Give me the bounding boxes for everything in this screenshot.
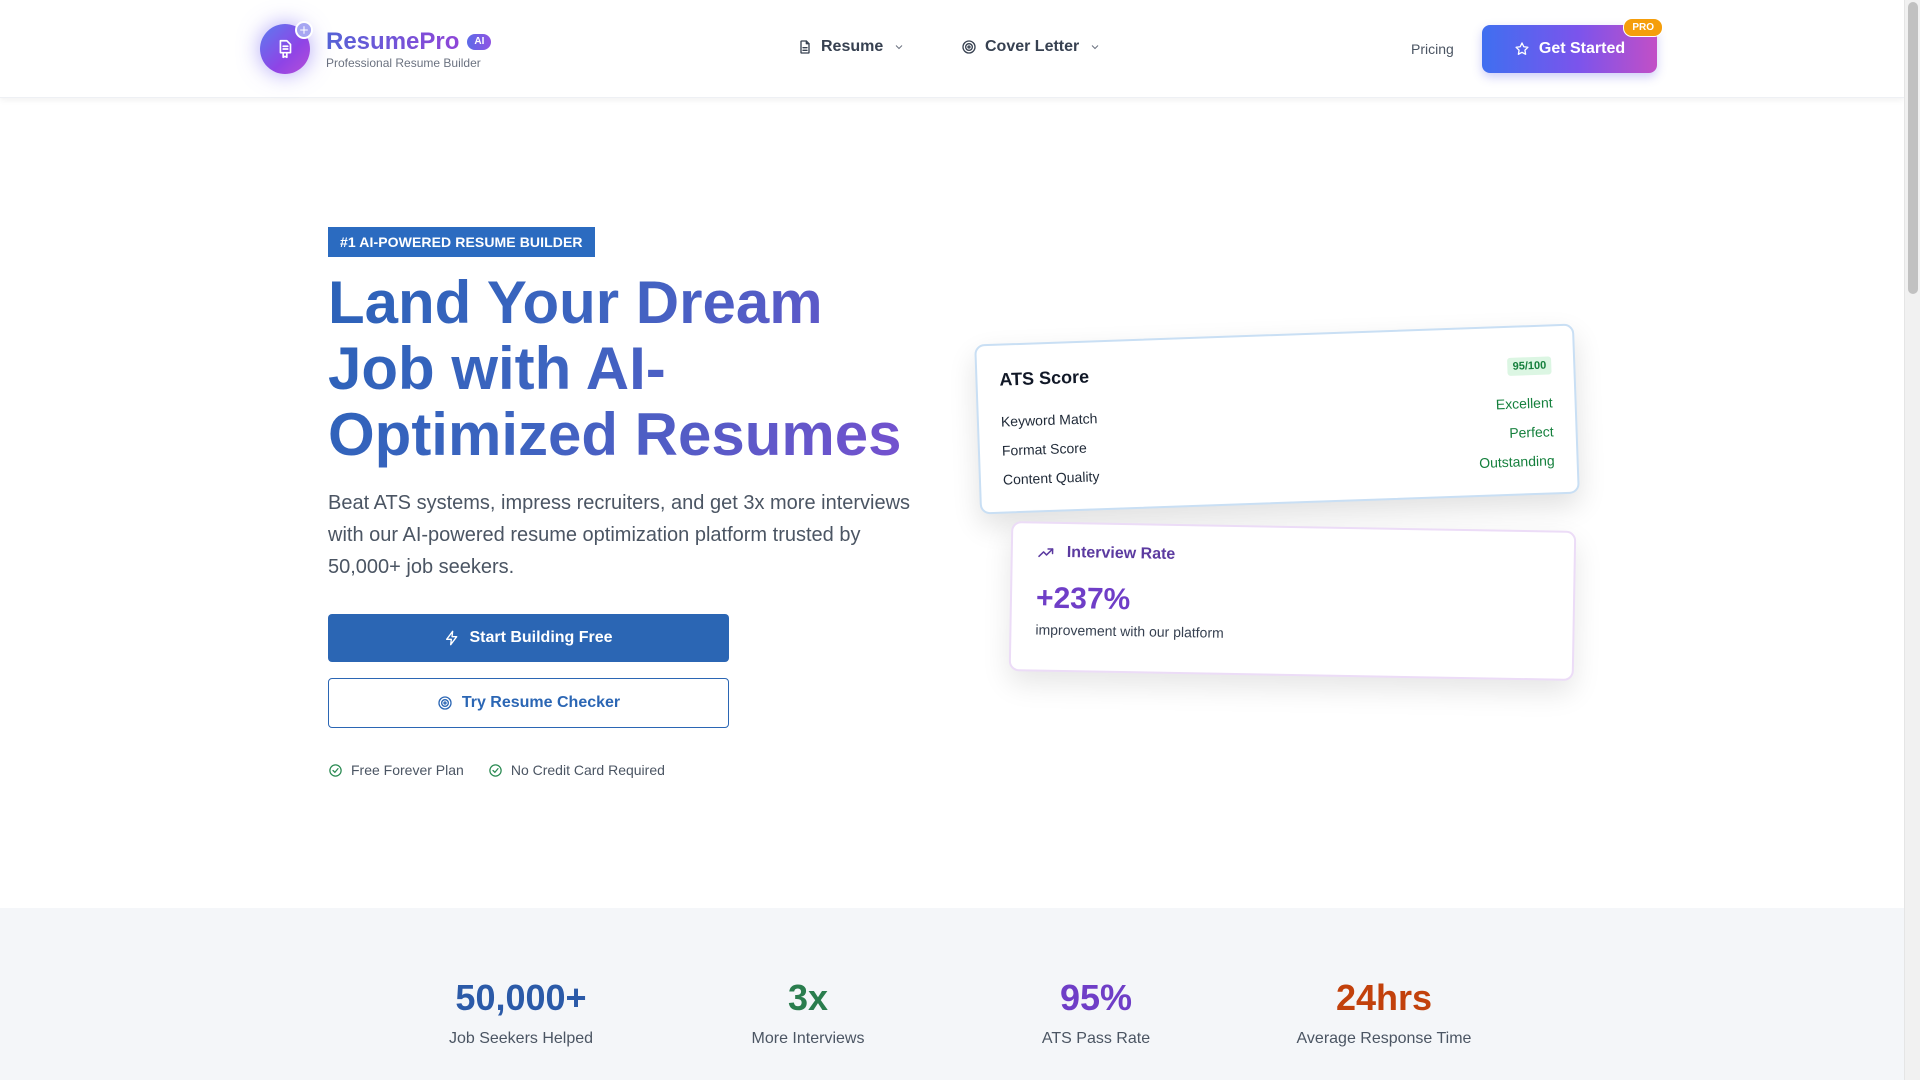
perk-label: No Credit Card Required: [510, 762, 665, 778]
hero-title: Land Your Dream Job with AI-Optimized Re…: [328, 270, 938, 468]
perk-item: No Credit Card Required: [488, 762, 665, 778]
stat-value: 3x: [787, 977, 829, 1018]
stat-item: 24hrs Average Response Time: [1259, 978, 1509, 1048]
interview-rate-card: Interview Rate +237% improvement with ou…: [1008, 521, 1577, 681]
brand-subtitle: Professional Resume Builder: [326, 55, 481, 70]
ats-metric-value: Outstanding: [1478, 451, 1555, 471]
start-building-label: Start Building Free: [469, 629, 613, 646]
brand-logo-link[interactable]: ResumePro AI Professional Resume Builder: [260, 21, 492, 74]
stat-item: 50,000+ Job Seekers Helped: [396, 978, 646, 1048]
nav-resume-label: Resume: [821, 38, 884, 55]
lightning-icon: [446, 630, 458, 646]
ats-card-title: ATS Score: [999, 366, 1090, 390]
stat-label: ATS Pass Rate: [1041, 1030, 1151, 1047]
check-circle-icon: [329, 763, 342, 777]
stat-label: Average Response Time: [1296, 1030, 1472, 1047]
perk-label: Free Forever Plan: [351, 762, 464, 778]
pro-badge: PRO: [1623, 18, 1663, 37]
ats-score-badge: 95/100: [1507, 356, 1552, 376]
nav-resume-dropdown[interactable]: Resume: [797, 38, 905, 56]
stat-value: 24hrs: [1335, 977, 1433, 1018]
stat-value: 50,000+: [455, 977, 587, 1018]
stat-value: 95%: [1059, 977, 1133, 1018]
start-building-free-button[interactable]: Start Building Free: [328, 614, 729, 662]
target-icon: [962, 40, 976, 54]
ats-score-card: ATS Score 95/100 Keyword Match Excellent…: [974, 323, 1580, 515]
ats-metric-label: Keyword Match: [1000, 409, 1098, 430]
trending-up-icon: [1038, 548, 1054, 558]
resume-logo-icon: [260, 21, 313, 74]
hero-description: Beat ATS systems, impress recruiters, an…: [328, 492, 911, 578]
try-resume-checker-label: Try Resume Checker: [461, 694, 621, 711]
top-navbar: ResumePro AI Professional Resume Builder…: [0, 0, 1904, 98]
interview-rate-title: Interview Rate: [1066, 544, 1176, 563]
target-icon: [438, 696, 452, 710]
ats-metric-value: Excellent: [1495, 393, 1553, 412]
ats-metric-label: Format Score: [1001, 439, 1087, 459]
page-scrollbar[interactable]: [1904, 0, 1920, 1080]
stat-label: More Interviews: [751, 1030, 865, 1047]
ats-metric-value: Perfect: [1508, 422, 1554, 441]
nav-pricing-link[interactable]: Pricing: [1411, 41, 1454, 57]
stat-item: 95% ATS Pass Rate: [971, 978, 1221, 1048]
scrollbar-thumb[interactable]: [1908, 2, 1918, 294]
stats-section: 50,000+ Job Seekers Helped 3x More Inter…: [0, 908, 1904, 1080]
check-circle-icon: [489, 763, 502, 777]
ai-badge: AI: [467, 33, 492, 50]
chevron-down-icon: [895, 45, 903, 50]
brand-name: ResumePro: [326, 27, 460, 55]
nav-cover-letter-dropdown[interactable]: Cover Letter: [961, 38, 1101, 56]
ats-metric-label: Content Quality: [1002, 467, 1100, 488]
stat-item: 3x More Interviews: [683, 978, 933, 1048]
star-icon: [1515, 42, 1529, 55]
stat-label: Job Seekers Helped: [448, 1030, 594, 1047]
get-started-label: Get Started: [1538, 40, 1626, 57]
hero-tagline-badge: #1 AI-POWERED RESUME BUILDER: [328, 227, 595, 257]
nav-cover-letter-label: Cover Letter: [985, 38, 1080, 55]
try-resume-checker-button[interactable]: Try Resume Checker: [328, 678, 729, 728]
perk-item: Free Forever Plan: [328, 762, 464, 778]
interview-rate-value: +237%: [1035, 581, 1131, 617]
get-started-button[interactable]: Get Started PRO: [1482, 18, 1663, 73]
document-icon: [800, 40, 810, 54]
interview-rate-subtitle: improvement with our platform: [1035, 621, 1224, 641]
chevron-down-icon: [1091, 45, 1099, 50]
hero-perks: Free Forever Plan No Credit Card Require…: [328, 762, 689, 778]
sparkle-icon: [295, 21, 313, 39]
